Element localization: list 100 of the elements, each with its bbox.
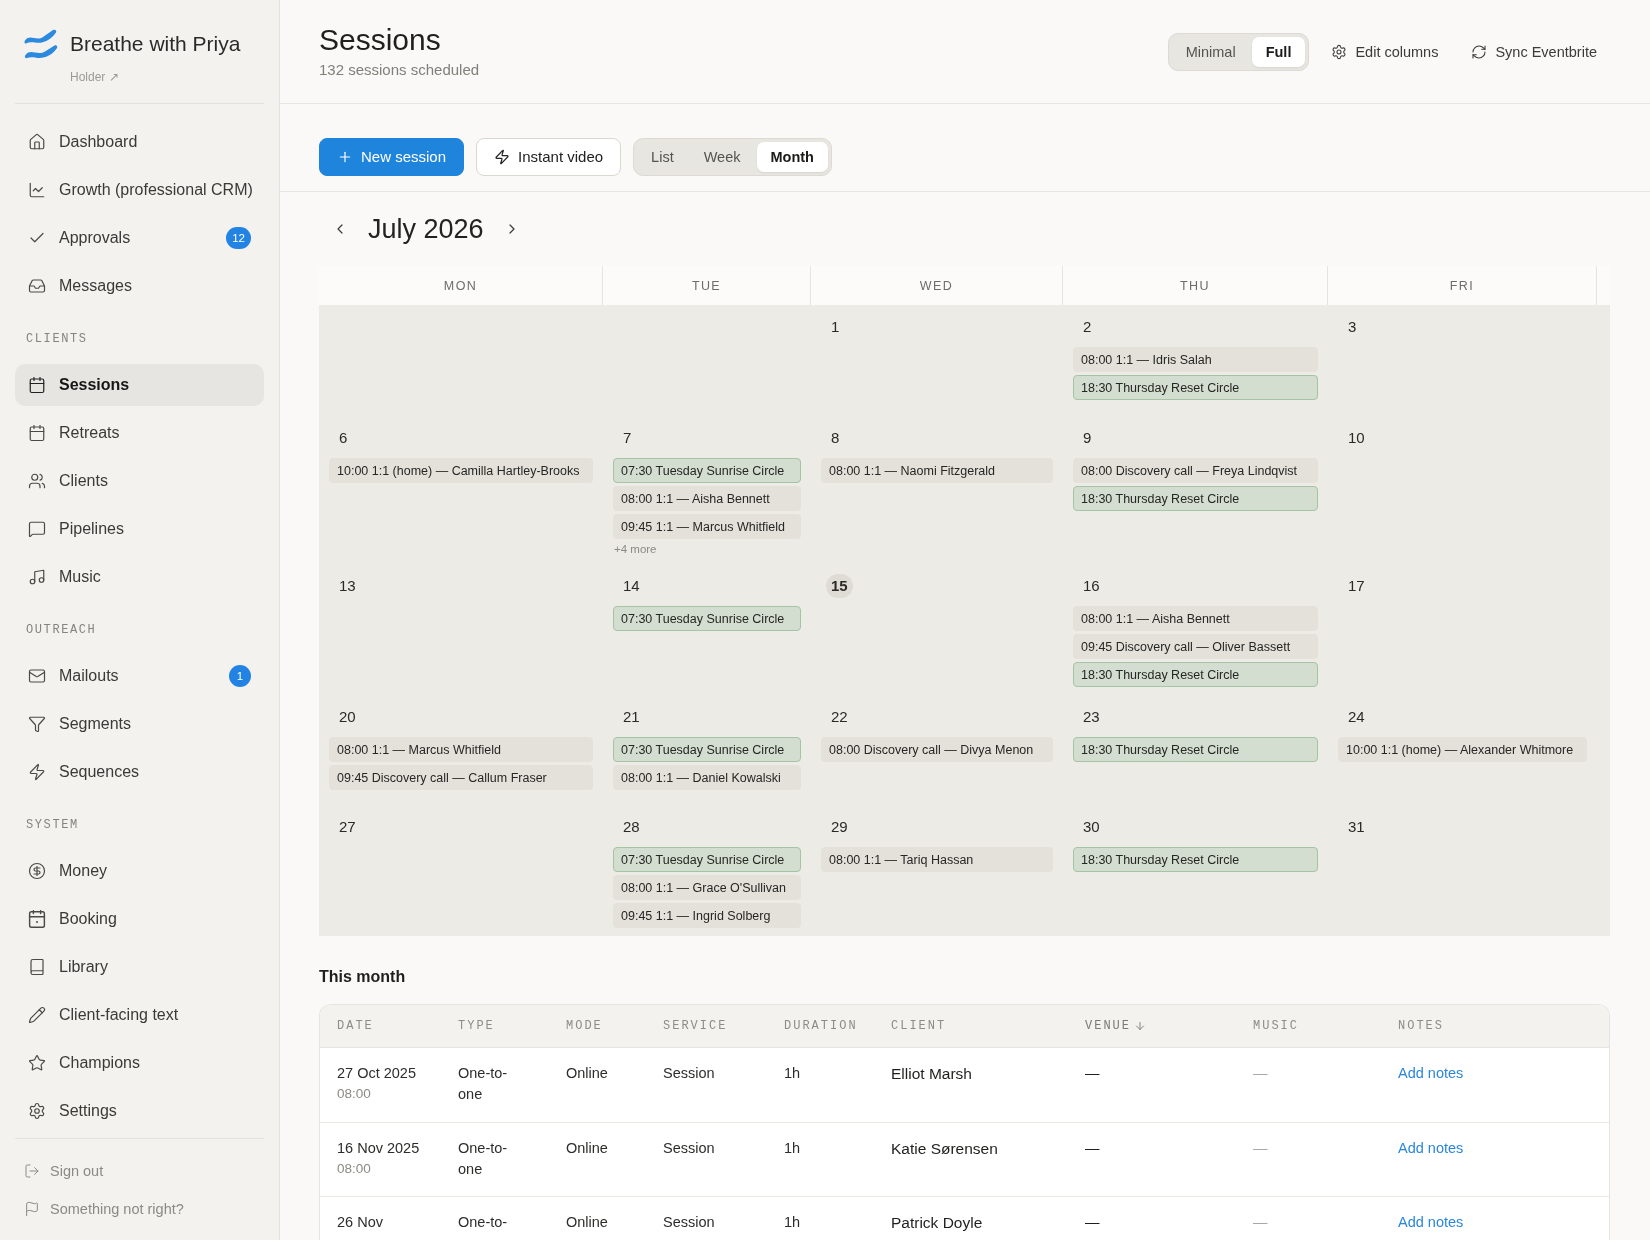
column-header[interactable]: VENUE: [1085, 1019, 1146, 1033]
day-number: 10: [1347, 428, 1366, 448]
table-cell-text: Session: [663, 1064, 716, 1083]
event-chip[interactable]: 10:00 1:1 (home) — Alexander Whitmore: [1338, 737, 1587, 762]
event-chip[interactable]: 07:30 Tuesday Sunrise Circle: [613, 606, 801, 631]
density-tab[interactable]: Full: [1251, 36, 1306, 67]
session-time: 08:00: [337, 1085, 371, 1103]
nav-item[interactable]: Champions: [15, 1042, 264, 1084]
nav-item[interactable]: Settings: [15, 1090, 264, 1132]
day-number: 29: [830, 817, 849, 837]
add-notes-link[interactable]: Add notes: [1398, 1214, 1464, 1230]
table-cell-text: —: [1085, 1213, 1101, 1232]
calendar-icon: [28, 376, 46, 394]
event-chip[interactable]: 18:30 Thursday Reset Circle: [1073, 737, 1318, 762]
session-date: 26 Nov: [337, 1213, 383, 1232]
event-chip[interactable]: 18:30 Thursday Reset Circle: [1073, 662, 1318, 687]
count-badge: 12: [226, 227, 251, 249]
day-number: 21: [622, 707, 641, 727]
event-chip[interactable]: 09:45 1:1 — Ingrid Solberg: [613, 903, 801, 928]
event-chip[interactable]: 09:45 Discovery call — Oliver Bassett: [1073, 634, 1318, 659]
header-action-button[interactable]: Sync Eventbrite: [1465, 37, 1603, 66]
table-cell-text: One-to-: [458, 1213, 509, 1232]
event-chip[interactable]: 08:00 1:1 — Tariq Hassan: [821, 847, 1053, 872]
day-number: 9: [1082, 428, 1093, 448]
day-number: 14: [622, 576, 641, 596]
event-chip[interactable]: 09:45 1:1 — Marcus Whitfield: [613, 514, 801, 539]
nav-item[interactable]: Dashboard: [15, 121, 264, 163]
event-chip[interactable]: 09:45 Discovery call — Callum Fraser: [329, 765, 593, 790]
add-notes-link[interactable]: Add notes: [1398, 1140, 1464, 1156]
nav-item[interactable]: Clients: [15, 460, 264, 502]
table-cell-text: 1h: [784, 1064, 802, 1083]
day-number: 22: [830, 707, 849, 727]
event-chip[interactable]: 18:30 Thursday Reset Circle: [1073, 486, 1318, 511]
event-chip[interactable]: 08:00 1:1 — Idris Salah: [1073, 347, 1318, 372]
day-number: 16: [1082, 576, 1101, 596]
nav-item[interactable]: Sessions: [15, 364, 264, 406]
event-chip[interactable]: 08:00 1:1 — Aisha Bennett: [613, 486, 801, 511]
weekday-header: WED: [919, 278, 954, 293]
refresh-icon: [1471, 43, 1488, 60]
nav-item[interactable]: Pipelines: [15, 508, 264, 550]
event-chip[interactable]: 10:00 1:1 (home) — Camilla Hartley-Brooks: [329, 458, 593, 483]
table-cell-text: —: [1085, 1064, 1101, 1083]
nav-item[interactable]: Segments: [15, 703, 264, 745]
calendar-icon: [28, 424, 46, 442]
new-session-button[interactable]: New session: [319, 137, 465, 176]
view-tab[interactable]: Week: [689, 141, 755, 172]
event-chip[interactable]: 08:00 1:1 — Naomi Fitzgerald: [821, 458, 1053, 483]
table-cell-text: —: [1253, 1213, 1269, 1232]
day-number: 28: [622, 817, 641, 837]
event-chip[interactable]: 08:00 1:1 — Grace O'Sullivan: [613, 875, 801, 900]
event-chip[interactable]: 08:00 Discovery call — Divya Menon: [821, 737, 1053, 762]
session-date: 16 Nov 2025: [337, 1139, 420, 1158]
table-cell-text: Elliot Marsh: [891, 1064, 973, 1084]
day-number: 6: [338, 428, 349, 448]
event-chip[interactable]: 07:30 Tuesday Sunrise Circle: [613, 847, 801, 872]
nav-item[interactable]: Library: [15, 946, 264, 988]
weekday-header: FRI: [1449, 278, 1475, 293]
view-tab[interactable]: List: [637, 141, 688, 172]
event-chip[interactable]: 07:30 Tuesday Sunrise Circle: [613, 458, 801, 483]
event-chip[interactable]: 08:00 1:1 — Daniel Kowalski: [613, 765, 801, 790]
nav-item[interactable]: Music: [15, 556, 264, 598]
section-label: CLIENTS: [26, 332, 88, 346]
day-number: 30: [1082, 817, 1101, 837]
day-number: 13: [338, 576, 357, 596]
table-cell-text: —: [1253, 1139, 1269, 1158]
calendar-icon: [28, 910, 46, 928]
page-title: Sessions: [319, 23, 441, 57]
density-tab[interactable]: Minimal: [1171, 36, 1250, 67]
event-chip[interactable]: 18:30 Thursday Reset Circle: [1073, 375, 1318, 400]
weekday-header: MON: [443, 278, 478, 293]
view-tab[interactable]: Month: [756, 141, 828, 172]
event-chip[interactable]: 08:00 1:1 — Aisha Bennett: [1073, 606, 1318, 631]
nav-item[interactable]: Retreats: [15, 412, 264, 454]
line-chart-icon: [28, 181, 46, 199]
add-notes-link[interactable]: Add notes: [1398, 1065, 1464, 1081]
nav-item[interactable]: Mailouts: [15, 655, 229, 697]
day-number: 2: [1082, 317, 1093, 337]
flag-icon: [24, 1201, 40, 1217]
event-chip[interactable]: 08:00 1:1 — Marcus Whitfield: [329, 737, 593, 762]
music-note-icon: [28, 568, 46, 586]
nav-item[interactable]: Messages: [15, 265, 264, 307]
nav-item[interactable]: Client-facing text: [15, 994, 264, 1036]
instant-video-button[interactable]: Instant video: [476, 137, 622, 176]
nav-item[interactable]: Sequences: [15, 751, 264, 793]
count-badge: 1: [229, 665, 251, 687]
event-chip[interactable]: 08:00 Discovery call — Freya Lindqvist: [1073, 458, 1318, 483]
people-icon: [28, 472, 46, 490]
event-chip[interactable]: 07:30 Tuesday Sunrise Circle: [613, 737, 801, 762]
nav-item[interactable]: Money: [15, 850, 264, 892]
pencil-icon: [28, 1006, 46, 1024]
logo-icon: [24, 29, 58, 60]
nav-item[interactable]: Growth (professional CRM): [15, 169, 264, 211]
table-cell-text: Patrick Doyle: [891, 1213, 984, 1233]
nav-item[interactable]: Approvals: [15, 217, 227, 259]
event-chip[interactable]: 18:30 Thursday Reset Circle: [1073, 847, 1318, 872]
header-action-button[interactable]: Edit columns: [1325, 37, 1445, 66]
day-number: 1: [830, 317, 841, 337]
table-cell-text: Session: [663, 1213, 716, 1232]
settings-icon: [1331, 43, 1348, 60]
nav-item[interactable]: Booking: [15, 898, 264, 940]
